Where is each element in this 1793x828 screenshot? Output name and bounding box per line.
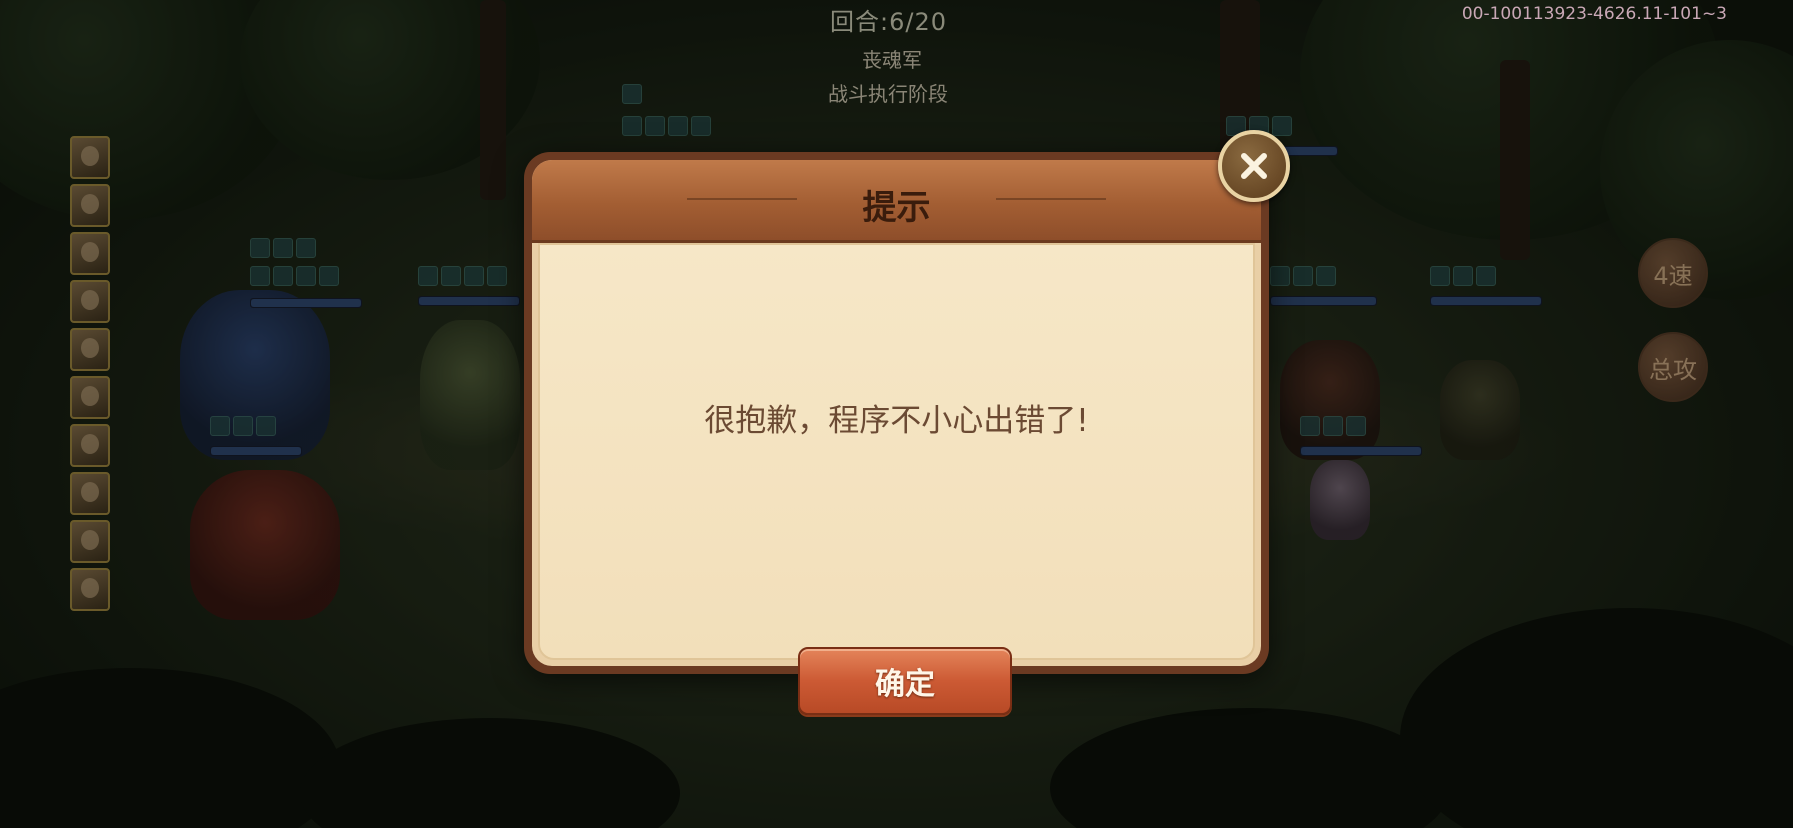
round-counter: 回合:6/20 bbox=[830, 8, 947, 36]
hero-portrait[interactable] bbox=[70, 232, 110, 275]
dialog-frame: 提示 很抱歉，程序不小心出错了! 确定 bbox=[532, 160, 1261, 715]
error-dialog: 提示 很抱歉，程序不小心出错了! 确定 bbox=[524, 152, 1269, 715]
hero-portrait[interactable] bbox=[70, 568, 110, 611]
hero-portrait[interactable] bbox=[70, 184, 110, 227]
confirm-button[interactable]: 确定 bbox=[798, 647, 1012, 715]
hero-portrait[interactable] bbox=[70, 520, 110, 563]
dialog-body: 很抱歉，程序不小心出错了! 确定 bbox=[538, 243, 1255, 715]
hero-portrait[interactable] bbox=[70, 424, 110, 467]
close-icon bbox=[1241, 153, 1267, 179]
dialog-message: 很抱歉，程序不小心出错了! bbox=[704, 403, 1089, 439]
speed-button[interactable]: 4速 bbox=[1638, 238, 1708, 308]
battle-phase: 战斗执行阶段 bbox=[828, 82, 948, 106]
hero-portrait[interactable] bbox=[70, 136, 110, 179]
build-id: 00-100113923-4626.11-101~3 bbox=[1461, 4, 1727, 24]
enemy-name: 丧魂军 bbox=[862, 48, 922, 72]
hero-portrait[interactable] bbox=[70, 280, 110, 323]
dialog-title: 提示 bbox=[862, 188, 931, 228]
hero-portrait[interactable] bbox=[70, 472, 110, 515]
hero-portrait[interactable] bbox=[70, 376, 110, 419]
close-button[interactable] bbox=[1218, 130, 1290, 202]
hero-portrait[interactable] bbox=[70, 328, 110, 371]
all-attack-button[interactable]: 总攻 bbox=[1638, 332, 1708, 402]
dialog-header: 提示 bbox=[532, 160, 1261, 243]
battle-screen: 回合:6/20 丧魂军 战斗执行阶段 00-100113923-4626.11-… bbox=[0, 0, 1793, 828]
hero-portrait-list bbox=[70, 136, 110, 611]
